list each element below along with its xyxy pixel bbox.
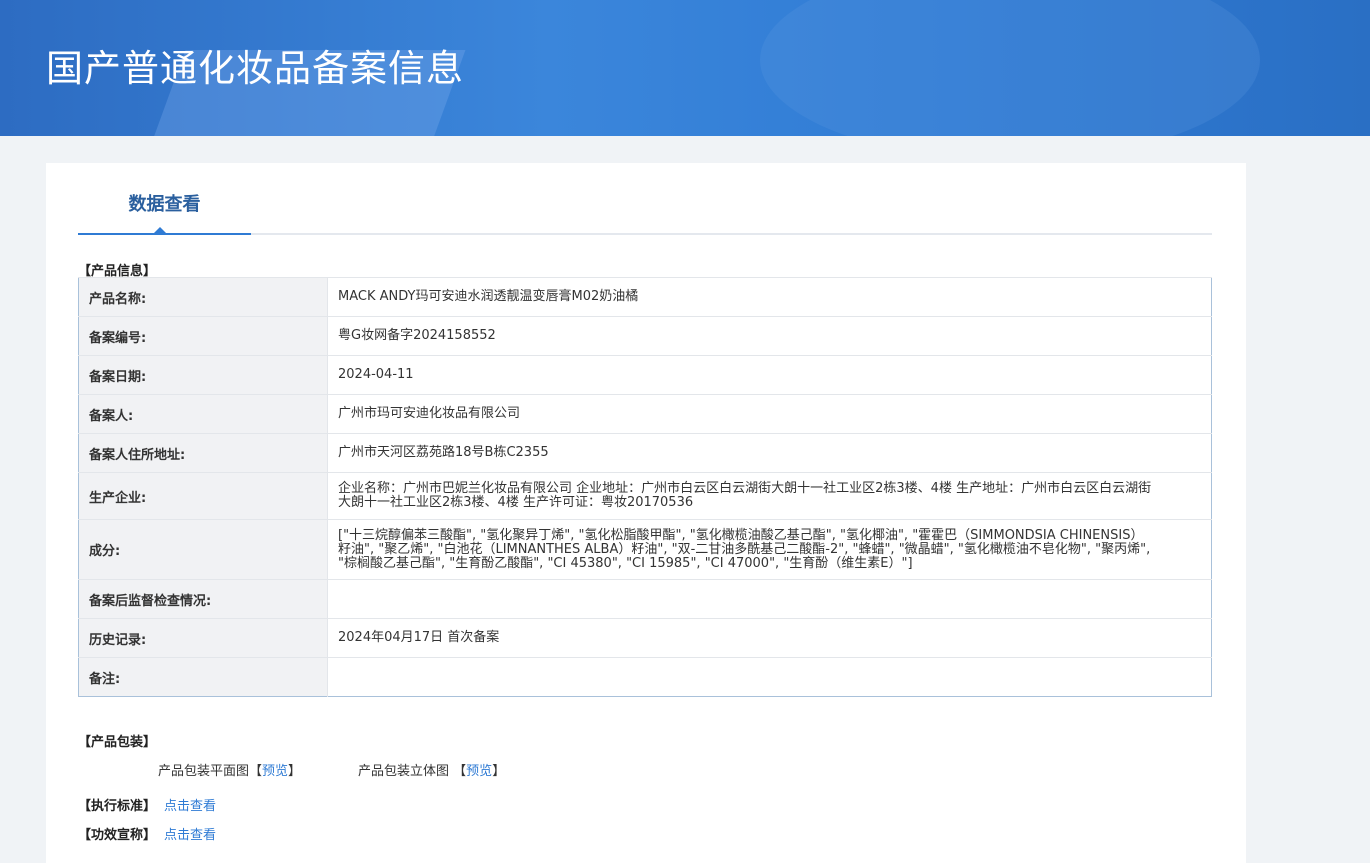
tab-bar: 数据查看 [78,163,1212,235]
standard-row: 【执行标准】 点击查看 [78,795,216,814]
row-label: 生产企业: [78,472,328,520]
packaging-stereo-label: 产品包装立体图 [358,764,450,779]
table-row: 备案后监督检查情况: [78,579,1212,619]
table-row: 备案日期: 2024-04-11 [78,355,1212,395]
row-label: 备案人住所地址: [78,433,328,473]
row-value: 企业名称：广州市巴妮兰化妆品有限公司 企业地址：广州市白云区白云湖街大朗十一社工… [327,472,1212,520]
bracket-close: 】 [288,764,302,779]
tab-data-view-label: 数据查看 [128,194,201,215]
table-row: 产品名称: MACK ANDY玛可安迪水润透靓温变唇膏M02奶油橘 [78,277,1212,317]
packaging-stereo-item: 产品包装立体图 【预览】 [358,760,505,779]
standard-section-title: 【执行标准】 [78,799,157,814]
row-label: 成分: [78,519,328,580]
packaging-stereo-preview-link[interactable]: 预览 [466,764,492,779]
efficacy-row: 【功效宣称】 点击查看 [78,824,216,843]
page-title: 国产普通化妆品备案信息 [46,47,464,90]
row-value: ["十三烷醇偏苯三酸酯", "氢化聚异丁烯", "氢化松脂酸甲酯", "氢化橄榄… [327,519,1212,580]
efficacy-view-link[interactable]: 点击查看 [164,828,216,843]
packaging-section-title: 【产品包装】 [78,735,157,750]
row-label: 备案后监督检查情况: [78,579,328,619]
row-label: 备注: [78,657,328,697]
row-value: 广州市玛可安迪化妆品有限公司 [327,394,1212,434]
row-label: 历史记录: [78,618,328,658]
tab-active-caret-icon [154,227,166,233]
table-row: 备注: [78,657,1212,697]
row-value: 广州市天河区荔苑路18号B栋C2355 [327,433,1212,473]
efficacy-section-title: 【功效宣称】 [78,828,157,843]
table-row: 备案人住所地址: 广州市天河区荔苑路18号B栋C2355 [78,433,1212,473]
row-label: 备案编号: [78,316,328,356]
table-row: 成分: ["十三烷醇偏苯三酸酯", "氢化聚异丁烯", "氢化松脂酸甲酯", "… [78,519,1212,580]
row-value: 2024-04-11 [327,355,1212,395]
banner-decoration-2 [760,0,1260,136]
row-value: MACK ANDY玛可安迪水润透靓温变唇膏M02奶油橘 [327,277,1212,317]
row-label: 备案日期: [78,355,328,395]
table-row: 历史记录: 2024年04月17日 首次备案 [78,618,1212,658]
row-value: 粤G妆网备字2024158552 [327,316,1212,356]
header-banner: 国产普通化妆品备案信息 [0,0,1370,136]
row-label: 产品名称: [78,277,328,317]
packaging-flat-preview-link[interactable]: 预览 [262,764,288,779]
row-label: 备案人: [78,394,328,434]
row-value [327,657,1212,697]
tab-data-view[interactable]: 数据查看 [78,163,251,235]
table-row: 备案人: 广州市玛可安迪化妆品有限公司 [78,394,1212,434]
packaging-flat-label: 产品包装平面图 [158,764,250,779]
row-value [327,579,1212,619]
bracket-open: 【 [249,764,263,779]
content-panel: 数据查看 【产品信息】 产品名称: MACK ANDY玛可安迪水润透靓温变唇膏M… [46,163,1246,863]
table-row: 生产企业: 企业名称：广州市巴妮兰化妆品有限公司 企业地址：广州市白云区白云湖街… [78,472,1212,520]
table-row: 备案编号: 粤G妆网备字2024158552 [78,316,1212,356]
row-value: 2024年04月17日 首次备案 [327,618,1212,658]
product-info-table: 产品名称: MACK ANDY玛可安迪水润透靓温变唇膏M02奶油橘 备案编号: … [78,277,1212,697]
packaging-flat-item: 产品包装平面图【预览】 [158,760,301,779]
standard-view-link[interactable]: 点击查看 [164,799,216,814]
bracket-open: 【 [453,764,467,779]
bracket-close: 】 [492,764,506,779]
